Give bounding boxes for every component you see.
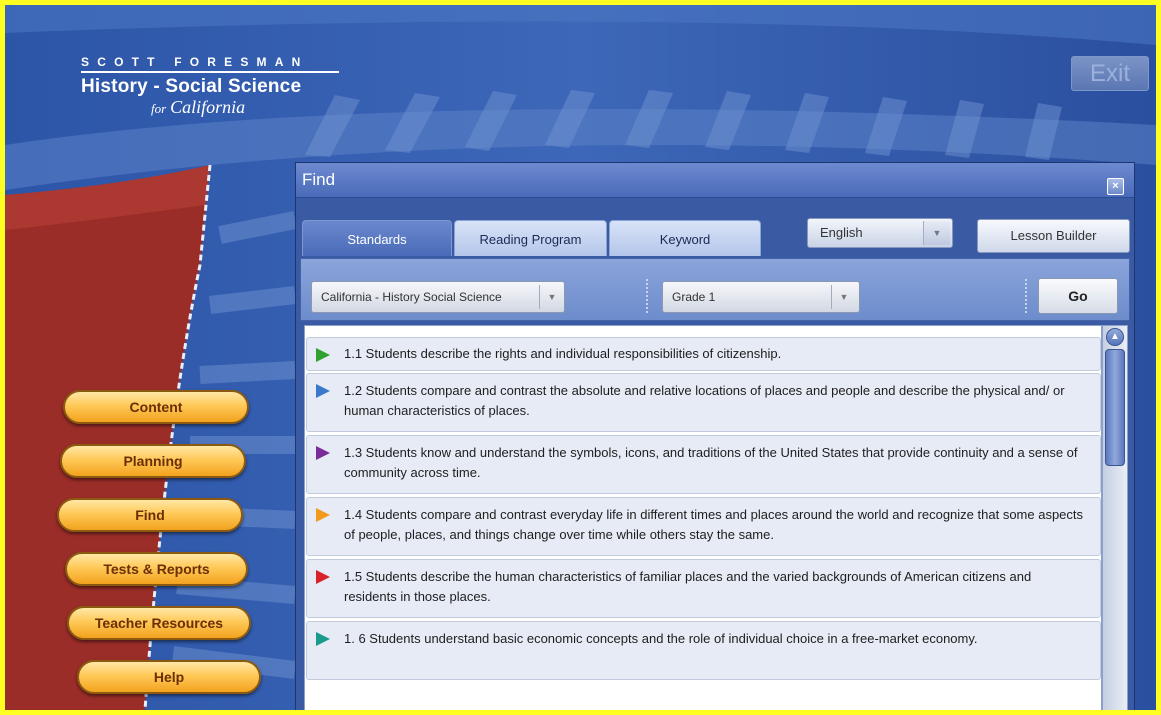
app-window: SCOTT FORESMAN History - Social Science … bbox=[0, 0, 1161, 715]
standard-item[interactable]: 1.4 Students compare and contrast everyd… bbox=[306, 497, 1101, 556]
go-button[interactable]: Go bbox=[1038, 278, 1118, 314]
grade-value: Grade 1 bbox=[672, 290, 716, 304]
nav-content-button[interactable]: Content bbox=[63, 390, 249, 424]
panel-titlebar: Find × bbox=[296, 163, 1134, 198]
language-select[interactable]: English ▼ bbox=[807, 218, 953, 248]
standard-text: 1.1 Students describe the rights and ind… bbox=[344, 346, 782, 361]
chevron-down-icon: ▼ bbox=[831, 285, 856, 309]
list-scrollbar[interactable]: ▲ bbox=[1102, 325, 1128, 710]
product-title: History - Social Science bbox=[81, 76, 302, 97]
chevron-down-icon: ▼ bbox=[923, 221, 950, 245]
lesson-builder-button[interactable]: Lesson Builder bbox=[977, 219, 1130, 253]
product-logo: SCOTT FORESMAN History - Social Science … bbox=[81, 55, 339, 118]
standard-item[interactable]: 1.3 Students know and understand the sym… bbox=[306, 435, 1101, 494]
tab-reading-program[interactable]: Reading Program bbox=[454, 220, 607, 256]
play-arrow-icon bbox=[316, 446, 330, 460]
panel-title: Find bbox=[302, 170, 336, 189]
language-value: English bbox=[820, 225, 863, 240]
play-arrow-icon bbox=[316, 508, 330, 522]
nav-teacher-resources-button[interactable]: Teacher Resources bbox=[67, 606, 251, 640]
nav-find-button[interactable]: Find bbox=[57, 498, 243, 532]
scroll-up-icon[interactable]: ▲ bbox=[1106, 328, 1124, 346]
standard-text: 1.5 Students describe the human characte… bbox=[344, 569, 1032, 604]
curriculum-value: California - History Social Science bbox=[321, 290, 502, 304]
tab-standards[interactable]: Standards bbox=[302, 220, 452, 256]
curriculum-select[interactable]: California - History Social Science ▼ bbox=[311, 281, 565, 313]
standard-text: 1.4 Students compare and contrast everyd… bbox=[344, 507, 1084, 542]
exit-button[interactable]: Exit bbox=[1071, 56, 1149, 91]
tab-keyword[interactable]: Keyword bbox=[609, 220, 761, 256]
standard-item[interactable]: 1.1 Students describe the rights and ind… bbox=[306, 337, 1101, 371]
divider bbox=[1025, 279, 1027, 313]
standard-item[interactable]: 1.5 Students describe the human characte… bbox=[306, 559, 1101, 618]
standard-item[interactable]: 1. 6 Students understand basic economic … bbox=[306, 621, 1101, 680]
play-arrow-icon bbox=[316, 384, 330, 398]
subtitle-for: for bbox=[151, 101, 167, 116]
standard-text: 1.2 Students compare and contrast the ab… bbox=[344, 383, 1065, 418]
product-subtitle: for California bbox=[151, 97, 339, 118]
standard-text: 1. 6 Students understand basic economic … bbox=[344, 631, 978, 646]
nav-planning-button[interactable]: Planning bbox=[60, 444, 246, 478]
find-panel: Find × Standards Reading Program Keyword… bbox=[295, 162, 1135, 710]
standards-list: 1.1 Students describe the rights and ind… bbox=[304, 325, 1102, 710]
chevron-down-icon: ▼ bbox=[539, 285, 564, 309]
nav-help-button[interactable]: Help bbox=[77, 660, 261, 694]
standard-text: 1.3 Students know and understand the sym… bbox=[344, 445, 1078, 480]
play-arrow-icon bbox=[316, 632, 330, 646]
grade-select[interactable]: Grade 1 ▼ bbox=[662, 281, 860, 313]
divider bbox=[646, 279, 648, 313]
play-arrow-icon bbox=[316, 348, 330, 362]
close-icon[interactable]: × bbox=[1107, 178, 1124, 195]
scroll-thumb[interactable] bbox=[1105, 349, 1125, 466]
brand-name: SCOTT FORESMAN bbox=[81, 55, 339, 73]
nav-tests-reports-button[interactable]: Tests & Reports bbox=[65, 552, 248, 586]
play-arrow-icon bbox=[316, 570, 330, 584]
subtitle-place: California bbox=[170, 97, 246, 117]
filter-bar: California - History Social Science ▼ Gr… bbox=[300, 258, 1130, 321]
standard-item[interactable]: 1.2 Students compare and contrast the ab… bbox=[306, 373, 1101, 432]
